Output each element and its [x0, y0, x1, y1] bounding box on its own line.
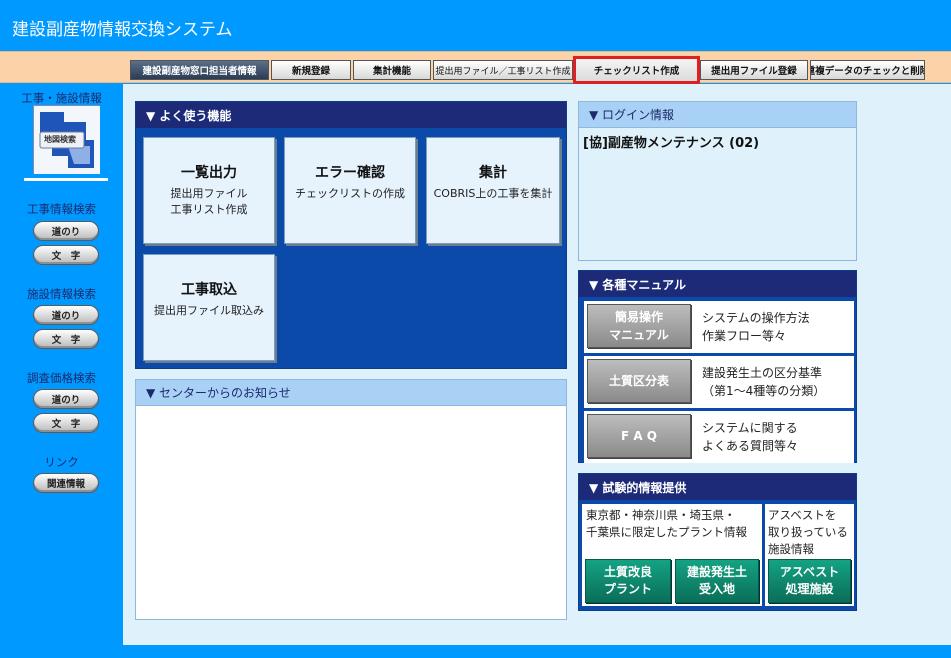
manual-row: F A Q システムに関する よくある質問等々	[584, 411, 854, 463]
faq-desc-2: よくある質問等々	[702, 439, 799, 453]
simple-manual-desc-1: システムの操作方法	[702, 311, 810, 325]
asbestos-facility-label-1: アスベスト	[779, 565, 840, 579]
construction-search-title: 工事情報検索	[27, 202, 96, 216]
construction-facility-info-label: 工事・施設情報	[21, 91, 102, 105]
soil-classification-desc-1: 建設発生土の区分基準	[702, 366, 823, 380]
tab-duplicate-check[interactable]: 重複データのチェックと削除	[810, 60, 925, 80]
error-check-sub: チェックリストの作成	[295, 187, 405, 200]
login-panel: ▼ ログイン情報 [協]副産物メンテナンス (02)	[578, 101, 857, 261]
list-output-sub1: 提出用ファイル	[170, 187, 248, 200]
construction-import-title: 工事取込	[181, 282, 237, 298]
facility-route-search-button[interactable]: 道のり	[33, 305, 99, 325]
surplus-soil-site-button[interactable]: 建設発生土 受入地	[675, 559, 759, 603]
construction-import-button[interactable]: 工事取込 提出用ファイル取込み	[143, 254, 275, 361]
trial-info-title: ▼ 試験的情報提供	[579, 474, 856, 500]
tab-checklist-creation[interactable]: チェックリスト作成	[573, 56, 700, 84]
manual-row: 簡易操作マニュアル システムの操作方法 作業フロー等々	[584, 301, 854, 353]
plant-info-box: 東京都・神奈川県・埼玉県・ 千葉県に限定したプラント情報 土質改良プラント 建設…	[582, 504, 762, 606]
tab-new-registration[interactable]: 新規登録	[271, 60, 351, 80]
soil-improvement-plant-label-2: プラント	[603, 582, 652, 596]
error-check-title: エラー確認	[315, 165, 385, 181]
manuals-panel: ▼ 各種マニュアル 簡易操作マニュアル システムの操作方法 作業フロー等々 土質区…	[578, 270, 857, 463]
facility-search-title: 施設情報検索	[27, 287, 96, 301]
asbestos-text-1: アスベストを	[768, 508, 837, 522]
app-title: 建設副産物情報交換システム	[12, 20, 233, 40]
list-output-sub2: 工事リスト作成	[170, 203, 248, 216]
asbestos-text-3: 施設情報	[768, 542, 814, 556]
map-search-label: 地図検索	[44, 135, 76, 144]
manual-row: 土質区分表 建設発生土の区分基準 （第1～4種等の分類）	[584, 356, 854, 408]
frequent-functions-panel: ▼ よく使う機能 一覧出力 提出用ファイル 工事リスト作成 エラー確認 チェック…	[135, 101, 567, 369]
list-output-title: 一覧出力	[181, 165, 237, 181]
asbestos-info-box: アスベストを 取り扱っている 施設情報 アスベスト処理施設	[765, 504, 854, 606]
plant-info-text-1: 東京都・神奈川県・埼玉県・	[586, 508, 736, 522]
simple-manual-button[interactable]: 簡易操作 マニュアル	[587, 304, 691, 348]
simple-manual-label-2: マニュアル	[609, 328, 669, 342]
tab-contact-info[interactable]: 建設副産物窓口担当者情報	[130, 60, 269, 80]
notice-panel: ▼ センターからのお知らせ	[135, 379, 567, 620]
asbestos-facility-label-2: 処理施設	[785, 582, 834, 596]
login-title: ▼ ログイン情報	[579, 102, 856, 128]
link-title: リンク	[44, 455, 79, 469]
simple-manual-desc-2: 作業フロー等々	[702, 329, 787, 343]
list-output-button[interactable]: 一覧出力 提出用ファイル 工事リスト作成	[143, 137, 275, 244]
price-text-search-button[interactable]: 文 字	[33, 413, 99, 433]
aggregate-button[interactable]: 集計 COBRIS上の工事を集計	[426, 137, 560, 244]
soil-classification-button[interactable]: 土質区分表	[587, 359, 691, 403]
notice-title: ▼ センターからのお知らせ	[136, 380, 566, 406]
construction-route-search-button[interactable]: 道のり	[33, 221, 99, 241]
map-search-button[interactable]: 地図検索	[33, 105, 100, 174]
aggregate-title: 集計	[479, 165, 507, 181]
soil-classification-desc-2: （第1～4種等の分類）	[702, 384, 826, 398]
soil-improvement-plant-button[interactable]: 土質改良 プラント	[585, 559, 671, 603]
related-info-button[interactable]: 関連情報	[33, 473, 99, 493]
error-check-button[interactable]: エラー確認 チェックリストの作成	[284, 137, 416, 244]
faq-button[interactable]: F A Q	[587, 414, 691, 458]
frequent-functions-title: ▼ よく使う機能	[136, 102, 566, 128]
simple-manual-label-1: 簡易操作	[614, 310, 663, 324]
construction-import-sub: 提出用ファイル取込み	[154, 304, 264, 317]
login-user: [協]副産物メンテナンス (02)	[583, 136, 760, 151]
price-search-title: 調査価格検索	[27, 371, 96, 385]
tab-file-list-creation[interactable]: 提出用ファイル／工事リスト作成	[433, 60, 573, 80]
tab-aggregation[interactable]: 集計機能	[353, 60, 431, 80]
facility-text-search-button[interactable]: 文 字	[33, 329, 99, 349]
asbestos-facility-button[interactable]: アスベスト 処理施設	[768, 559, 851, 603]
price-route-search-button[interactable]: 道のり	[33, 389, 99, 409]
faq-desc-1: システムに関する	[702, 421, 798, 435]
soil-improvement-plant-label-1: 土質改良	[603, 565, 652, 579]
trial-info-panel: ▼ 試験的情報提供 東京都・神奈川県・埼玉県・ 千葉県に限定したプラント情報 土…	[578, 473, 857, 611]
aggregate-sub: COBRIS上の工事を集計	[433, 187, 553, 200]
manuals-title: ▼ 各種マニュアル	[579, 271, 856, 297]
plant-info-text-2: 千葉県に限定したプラント情報	[586, 525, 747, 539]
construction-text-search-button[interactable]: 文 字	[33, 245, 99, 265]
surplus-soil-site-label-1: 建設発生土	[686, 565, 747, 579]
tab-bar: 建設副産物窓口担当者情報 新規登録 集計機能 提出用ファイル／工事リスト作成 チ…	[0, 51, 951, 84]
divider	[24, 178, 108, 181]
surplus-soil-site-label-2: 受入地	[698, 582, 735, 596]
tab-file-registration[interactable]: 提出用ファイル登録	[700, 60, 808, 80]
asbestos-text-2: 取り扱っている	[768, 525, 848, 539]
